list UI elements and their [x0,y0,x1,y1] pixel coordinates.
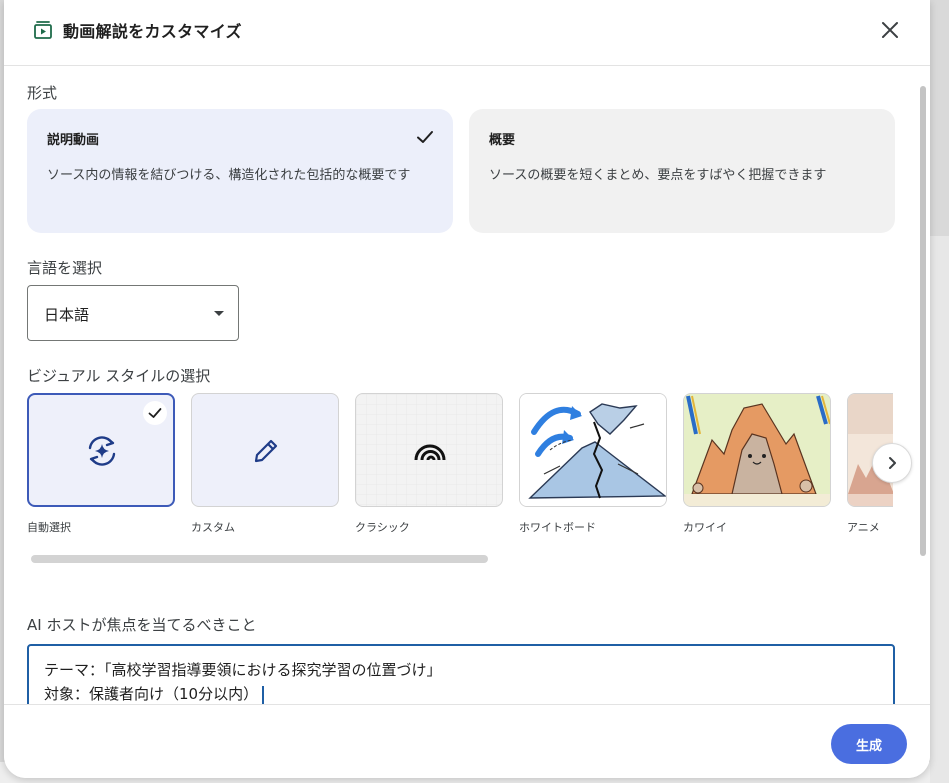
style-option-classic[interactable]: クラシック [355,393,503,535]
check-icon [415,127,435,147]
format-option-description: ソースの概要を短くまとめ、要点をすばやく把握できます [489,168,827,183]
style-option-label: ホワイトボード [519,521,596,534]
format-option-description: ソース内の情報を結びつける、構造化された包括的な概要です [47,168,411,183]
check-icon [143,401,167,425]
format-option-title: 概要 [489,133,516,148]
whiteboard-volcano-image [520,394,666,506]
dialog-title: 動画解説をカスタマイズ [63,22,242,41]
classic-arc-icon [414,444,446,461]
text-caret [262,685,264,704]
kawaii-mountain-image [684,394,830,506]
focus-textarea[interactable]: テーマ：「高校学習指導要領における探究学習の位置づけ」 対象：保護者向け（10分… [27,644,895,704]
language-label: 言語を選択 [27,259,103,277]
carousel-next-button[interactable] [872,443,912,483]
style-option-custom[interactable]: カスタム [191,393,339,535]
dialog-header: 動画解説をカスタマイズ [4,0,930,66]
format-label: 形式 [27,84,58,102]
style-option-label: カスタム [191,521,235,534]
background-page-edge [930,236,949,783]
dialog-content: 形式 説明動画 ソース内の情報を結びつける、構造化された包括的な概要です 概要 … [4,67,930,704]
focus-label: AI ホストが焦点を当てるべきこと [27,616,257,634]
chevron-right-icon [889,457,896,469]
style-thumbnail [519,393,667,507]
style-option-label: アニメ [847,521,880,534]
pencil-icon [254,439,278,463]
auto-select-sparkle-icon [88,436,116,466]
format-option-summary[interactable]: 概要 ソースの概要を短くまとめ、要点をすばやく把握できます [469,109,895,233]
focus-text-line-with-caret: 対象：保護者向け（10分以内） [44,682,878,704]
language-select-value: 日本語 [44,306,90,324]
format-option-title: 説明動画 [47,133,100,148]
style-thumbnail [683,393,831,507]
style-option-label: クラシック [355,521,410,534]
language-select[interactable]: 日本語 [27,285,239,341]
style-option-label: 自動選択 [27,521,71,534]
style-option-auto[interactable]: 自動選択 [27,393,175,535]
visual-style-carousel: 自動選択 カスタム クラシック ホワイトボード カワイイ アニメ [27,393,893,543]
dialog-footer: 生成 [4,704,930,778]
style-thumbnail [27,393,175,507]
carousel-scrollbar[interactable] [31,555,488,563]
style-option-label: カワイイ [683,521,727,534]
close-icon [882,22,898,38]
style-thumbnail [191,393,339,507]
customize-video-dialog: 動画解説をカスタマイズ 形式 説明動画 ソース内の情報を結びつける、構造化された… [4,0,930,778]
format-option-explainer[interactable]: 説明動画 ソース内の情報を結びつける、構造化された包括的な概要です [27,109,453,233]
generate-button[interactable]: 生成 [831,724,907,764]
close-button[interactable] [876,16,904,44]
visual-style-label: ビジュアル スタイルの選択 [27,367,211,385]
focus-text-line: テーマ：「高校学習指導要領における探究学習の位置づけ」 [44,661,442,679]
focus-text-line: 対象：保護者向け（10分以内） [44,685,259,703]
style-thumbnail [355,393,503,507]
dialog-scrollbar[interactable] [920,86,926,556]
style-option-whiteboard[interactable]: ホワイトボード [519,393,667,535]
video-library-icon [32,19,54,41]
dropdown-arrow-icon [214,311,224,316]
style-option-kawaii[interactable]: カワイイ [683,393,831,535]
